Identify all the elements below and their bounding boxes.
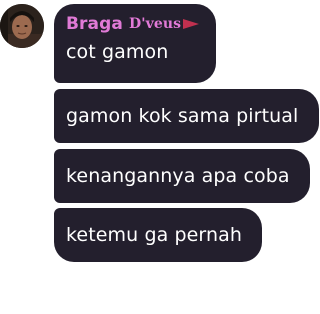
message-text: ketemu ga pernah bbox=[66, 224, 243, 246]
sender-header: Braga D'veus bbox=[66, 13, 204, 35]
sender-name[interactable]: Braga bbox=[66, 14, 123, 34]
message-text: cot gamon bbox=[66, 41, 169, 63]
message-bubble[interactable]: kenangannya apa coba bbox=[54, 149, 310, 203]
sender-tag: D'veus bbox=[128, 16, 182, 32]
avatar-photo bbox=[0, 4, 44, 48]
message-bubble[interactable]: ketemu ga pernah bbox=[54, 208, 262, 262]
message-bubble[interactable]: Braga D'veus cot gamon bbox=[54, 4, 216, 83]
avatar[interactable] bbox=[0, 4, 44, 48]
message-text: gamon kok sama pirtual bbox=[66, 105, 299, 127]
message-bubble[interactable]: gamon kok sama pirtual bbox=[54, 89, 319, 143]
message-text: kenangannya apa coba bbox=[66, 165, 290, 187]
flag-icon bbox=[183, 19, 200, 29]
